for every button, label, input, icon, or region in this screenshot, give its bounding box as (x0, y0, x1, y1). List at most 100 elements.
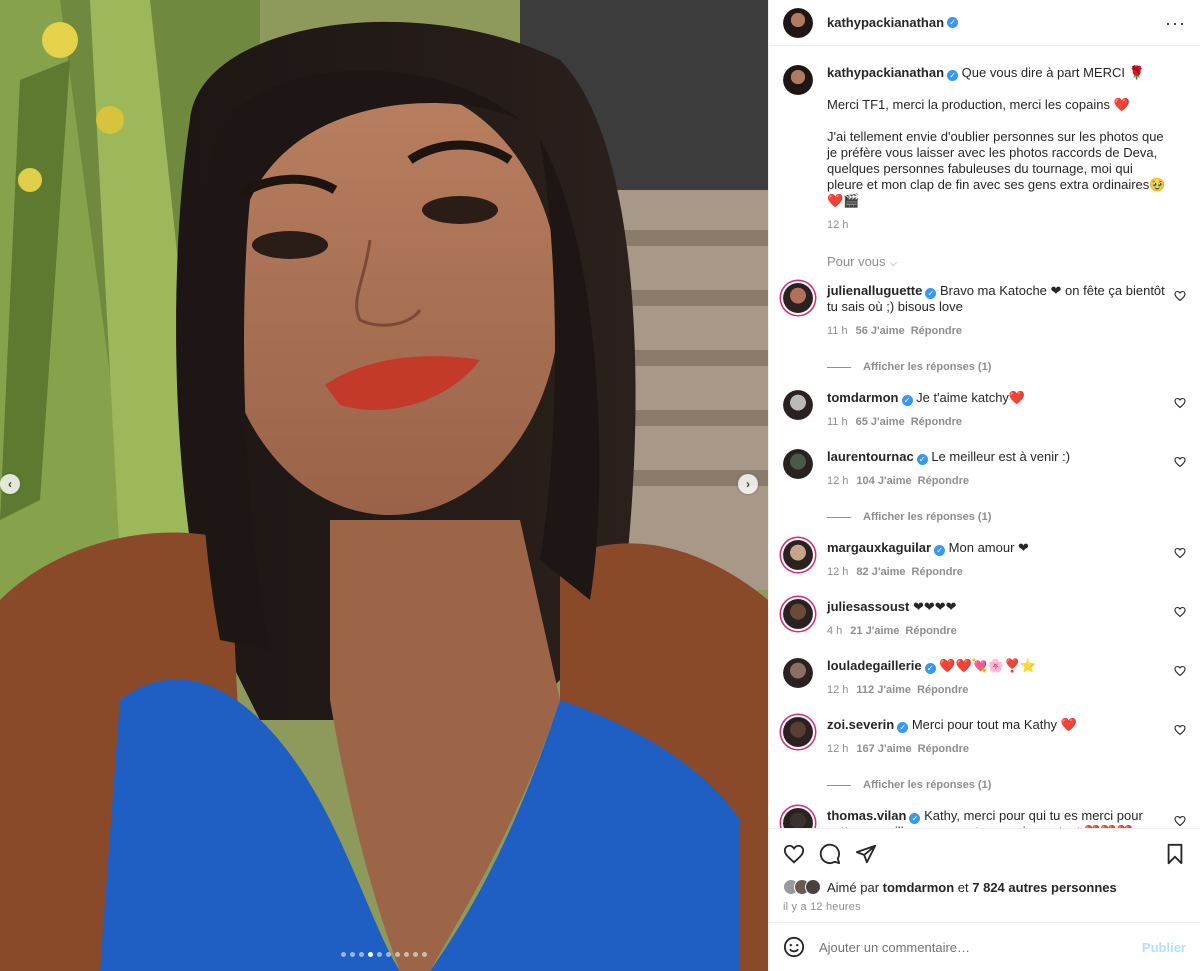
liker-avatars (783, 879, 821, 895)
add-comment-bar: Publier (769, 922, 1200, 971)
share-paper-plane-icon[interactable] (855, 843, 877, 865)
reply-button[interactable]: Répondre (912, 566, 963, 578)
caption-line-2: Merci TF1, merci la production, merci le… (827, 97, 1130, 112)
comment-likes[interactable]: 112 J'aime (856, 684, 911, 696)
commenter-avatar[interactable] (783, 540, 813, 570)
reply-button[interactable]: Répondre (911, 416, 962, 428)
liked-by-prefix: Aimé par (827, 879, 880, 895)
replies-divider (827, 366, 851, 368)
liked-by-others[interactable]: 7 824 autres personnes (972, 880, 1117, 895)
commenter-username[interactable]: tomdarmon (827, 390, 899, 405)
comment-text: ❤❤❤❤ (913, 599, 957, 614)
reply-button[interactable]: Répondre (905, 625, 956, 637)
commenter-avatar[interactable] (783, 658, 813, 688)
comment-item: laurentournac ✓ Le meilleur est à venir :… (783, 449, 1186, 523)
commenter-avatar[interactable] (783, 283, 813, 313)
verified-icon: ✓ (909, 813, 921, 824)
reply-button[interactable]: Répondre (918, 743, 969, 755)
carousel-dot (341, 952, 346, 957)
view-replies-label: Afficher les réponses (1) (863, 779, 992, 791)
comment-text: ❤️❤️💘🌸❣️⭐ (939, 658, 1037, 673)
portrait-image (0, 0, 768, 971)
post-caption: kathypackianathan ✓ Que vous dire à part … (783, 47, 1186, 233)
reply-button[interactable]: Répondre (911, 325, 962, 337)
commenter-username[interactable]: juliesassoust (827, 599, 909, 614)
post-photo[interactable]: ‹ › (0, 0, 768, 971)
verified-icon: ✓ (947, 70, 959, 81)
comment-likes[interactable]: 104 J'aime (856, 475, 911, 487)
comment-item: louladegaillerie ✓ ❤️❤️💘🌸❣️⭐ 12 h 112 J'aim… (783, 658, 1186, 698)
verified-icon: ✓ (924, 663, 936, 674)
like-comment-heart-icon[interactable] (1174, 724, 1186, 736)
carousel-dot (350, 952, 355, 957)
publish-button[interactable]: Publier (1142, 940, 1186, 955)
caption-author-avatar[interactable] (783, 65, 813, 95)
caption-author-username[interactable]: kathypackianathan (827, 65, 944, 80)
comment-likes[interactable]: 167 J'aime (856, 743, 911, 755)
commenter-username[interactable]: laurentournac (827, 449, 914, 464)
carousel-dot (395, 952, 400, 957)
chevron-right-icon: › (746, 477, 750, 491)
post-side-panel: kathypackianathan ✓ ··· kathypackianatha… (768, 0, 1200, 971)
comment-sort-dropdown[interactable]: Pour vous ⌵ (827, 254, 1186, 269)
like-comment-heart-icon[interactable] (1174, 456, 1186, 468)
chevron-down-icon: ⌵ (889, 258, 898, 269)
like-comment-heart-icon[interactable] (1174, 547, 1186, 559)
like-heart-icon[interactable] (783, 843, 805, 865)
comment-time: 11 h (827, 416, 848, 428)
commenter-username[interactable]: thomas.vilan (827, 808, 906, 823)
post-actions: Aimé par tomdarmon et 7 824 autres perso… (769, 828, 1200, 913)
like-comment-heart-icon[interactable] (1174, 397, 1186, 409)
emoji-icon[interactable] (783, 936, 805, 958)
comment-item: margauxkaguilar ✓ Mon amour ❤ 12 h 82 J'aim… (783, 540, 1186, 580)
commenter-avatar[interactable] (783, 390, 813, 420)
comment-likes[interactable]: 21 J'aime (850, 625, 899, 637)
like-comment-heart-icon[interactable] (1174, 815, 1186, 827)
liked-by-user[interactable]: tomdarmon (883, 880, 955, 895)
more-options-icon[interactable]: ··· (1165, 14, 1186, 32)
replies-divider (827, 516, 851, 518)
commenter-username[interactable]: julienalluguette (827, 283, 922, 298)
comment-item: juliesassoust ❤❤❤❤ 4 h 21 J'aime Répondre (783, 599, 1186, 639)
carousel-dot (359, 952, 364, 957)
view-replies-button[interactable]: Afficher les réponses (1) (827, 511, 1186, 523)
sort-label: Pour vous (827, 254, 886, 269)
like-comment-heart-icon[interactable] (1174, 606, 1186, 618)
author-avatar[interactable] (783, 7, 813, 38)
comment-likes[interactable]: 82 J'aime (856, 566, 905, 578)
commenter-username[interactable]: louladegaillerie (827, 658, 922, 673)
verified-icon: ✓ (916, 454, 928, 465)
comment-item: tomdarmon ✓ Je t'aime katchy❤️ 11 h 65 J'ai… (783, 390, 1186, 430)
comment-time: 12 h (827, 566, 849, 578)
verified-icon: ✓ (901, 395, 913, 406)
view-replies-button[interactable]: Afficher les réponses (1) (827, 779, 1186, 791)
reply-button[interactable]: Répondre (918, 475, 969, 487)
commenter-avatar[interactable] (783, 449, 813, 479)
comments-list[interactable]: kathypackianathan ✓ Que vous dire à part … (769, 47, 1200, 828)
commenter-username[interactable]: margauxkaguilar (827, 540, 931, 555)
chevron-left-icon: ‹ (8, 477, 12, 491)
comment-likes[interactable]: 65 J'aime (856, 416, 905, 428)
reply-button[interactable]: Répondre (917, 684, 968, 696)
comment-text: Le meilleur est à venir :) (931, 449, 1071, 464)
like-comment-heart-icon[interactable] (1174, 665, 1186, 677)
liked-by-connector: et (957, 879, 969, 895)
comment-input[interactable] (819, 939, 1119, 955)
next-photo-button[interactable]: › (738, 474, 758, 494)
comment-time: 12 h (827, 743, 849, 755)
commenter-avatar[interactable] (783, 808, 813, 828)
comment-item: julienalluguette ✓ Bravo ma Katoche ❤ on … (783, 283, 1186, 373)
caption-timestamp: 12 h (827, 219, 849, 231)
comment-bubble-icon[interactable] (819, 843, 841, 865)
carousel-dot (368, 952, 373, 957)
commenter-avatar[interactable] (783, 717, 813, 747)
like-comment-heart-icon[interactable] (1174, 290, 1186, 302)
view-replies-button[interactable]: Afficher les réponses (1) (827, 361, 1186, 373)
comment-item: zoi.severin ✓ Merci pour tout ma Kathy ❤️… (783, 717, 1186, 791)
commenter-username[interactable]: zoi.severin (827, 717, 894, 732)
previous-photo-button[interactable]: ‹ (0, 474, 20, 494)
author-username[interactable]: kathypackianathan (827, 15, 944, 30)
save-bookmark-icon[interactable] (1164, 843, 1186, 865)
commenter-avatar[interactable] (783, 599, 813, 629)
comment-likes[interactable]: 56 J'aime (856, 325, 905, 337)
